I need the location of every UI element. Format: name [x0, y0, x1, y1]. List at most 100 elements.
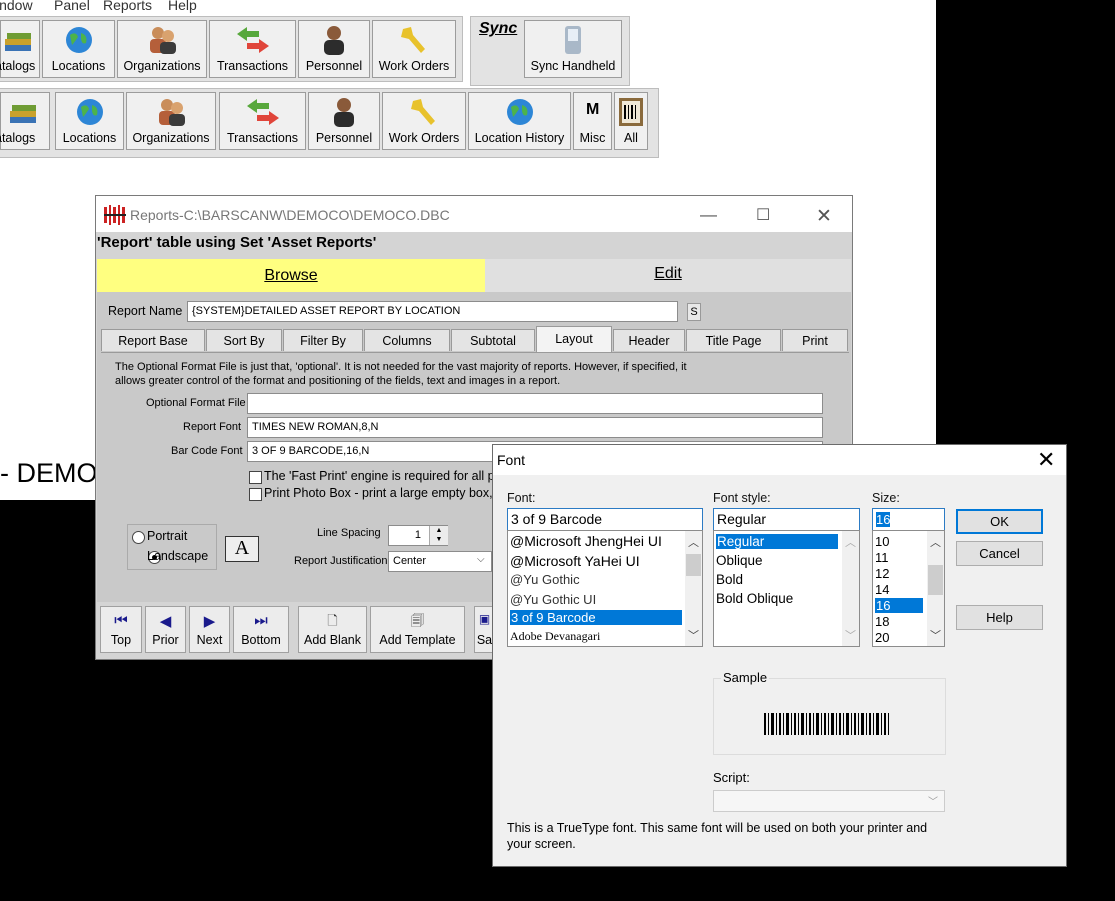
font-list-item[interactable]: @Yu Gothic — [510, 572, 580, 587]
scroll-thumb[interactable] — [928, 565, 943, 595]
tab-report-base[interactable]: Report Base — [101, 329, 205, 351]
font-list-item[interactable]: @Microsoft JhengHei UI — [510, 533, 662, 549]
size-item[interactable]: 10 — [875, 534, 889, 549]
top-button[interactable]: ⏮ Top — [100, 606, 142, 653]
scroll-thumb[interactable] — [686, 554, 701, 576]
style-item[interactable]: Oblique — [716, 553, 763, 568]
transactions-button-2[interactable]: Transactions — [219, 92, 306, 150]
handheld-device-icon — [565, 26, 581, 54]
organizations-label-2: Organizations — [132, 131, 210, 145]
menu-panel[interactable]: Panel — [54, 0, 90, 13]
maximize-button[interactable]: ☐ — [756, 205, 770, 225]
locations-button-2[interactable]: Locations — [55, 92, 124, 150]
font-style-list[interactable]: Regular Oblique Bold Bold Oblique ︿ ﹀ — [713, 530, 860, 647]
style-item-selected[interactable]: Regular — [716, 534, 838, 549]
font-a-icon[interactable]: A — [225, 536, 259, 562]
style-item[interactable]: Bold — [716, 572, 743, 587]
size-item[interactable]: 14 — [875, 582, 889, 597]
cancel-button[interactable]: Cancel — [956, 541, 1043, 566]
person-icon — [324, 26, 344, 55]
personnel-button-2[interactable]: Personnel — [308, 92, 380, 150]
portrait-radio[interactable] — [132, 531, 145, 544]
font-list-item[interactable]: @Microsoft YaHei UI — [510, 553, 640, 569]
add-blank-button[interactable]: 🗋 Add Blank — [298, 606, 367, 653]
script-select[interactable]: ﹀ — [713, 790, 945, 812]
prior-button[interactable]: ◀ Prior — [145, 606, 186, 653]
help-button[interactable]: Help — [956, 605, 1043, 630]
next-button[interactable]: ▶ Next — [189, 606, 230, 653]
size-item[interactable]: 12 — [875, 566, 889, 581]
report-name-field[interactable]: {SYSTEM}DETAILED ASSET REPORT BY LOCATIO… — [187, 301, 678, 322]
minimize-button[interactable]: — — [700, 205, 717, 225]
organizations-button[interactable]: Organizations — [117, 20, 207, 78]
font-style-input[interactable]: Regular — [713, 508, 860, 531]
optional-format-field[interactable] — [247, 393, 823, 414]
barscan-app-icon — [104, 205, 126, 225]
transactions-button[interactable]: Transactions — [209, 20, 296, 78]
size-item-selected[interactable]: 16 — [875, 598, 923, 613]
size-list-scrollbar[interactable]: ︿ ﹀ — [927, 531, 944, 646]
sync-handheld-button[interactable]: Sync Handheld — [524, 20, 622, 78]
font-dialog-title: Font — [497, 452, 526, 468]
menu-window[interactable]: indow — [0, 0, 33, 13]
tab-filter-by[interactable]: Filter By — [283, 329, 363, 351]
catalogs-button[interactable]: atalogs — [0, 20, 40, 78]
font-list-scrollbar[interactable]: ︿ ﹀ — [685, 531, 702, 646]
tab-columns[interactable]: Columns — [364, 329, 450, 351]
style-item[interactable]: Bold Oblique — [716, 591, 793, 606]
sync-title: Sync — [479, 20, 518, 37]
save-button[interactable]: ▣ Sa — [474, 606, 494, 653]
tab-title-page[interactable]: Title Page — [686, 329, 781, 351]
catalogs-label: atalogs — [0, 59, 36, 73]
catalogs-button-2[interactable]: atalogs — [0, 92, 50, 150]
menu-reports[interactable]: Reports — [103, 0, 152, 13]
add-template-button[interactable]: 🗐 Add Template — [370, 606, 465, 653]
close-button[interactable]: ✕ — [816, 205, 832, 228]
tab-print[interactable]: Print — [782, 329, 848, 351]
size-list[interactable]: 10 11 12 14 16 18 20 ︿ ﹀ — [872, 530, 945, 647]
tab-sort-by[interactable]: Sort By — [206, 329, 282, 351]
tab-header[interactable]: Header — [613, 329, 685, 351]
desktop-background — [936, 0, 1115, 444]
globe-icon — [76, 99, 103, 125]
menu-help[interactable]: Help — [168, 0, 197, 13]
style-list-scrollbar[interactable]: ︿ ﹀ — [842, 531, 859, 646]
transactions-label-2: Transactions — [226, 131, 299, 145]
menu-bar: indow Panel Reports Help — [0, 0, 936, 14]
bottom-button[interactable]: ⏭ Bottom — [233, 606, 289, 653]
ok-button[interactable]: OK — [956, 509, 1043, 534]
font-name-input[interactable]: 3 of 9 Barcode — [507, 508, 703, 531]
font-list-item-selected[interactable]: 3 of 9 Barcode — [510, 610, 682, 625]
s-button[interactable]: S — [687, 303, 701, 321]
tab-layout[interactable]: Layout — [536, 326, 612, 352]
font-list[interactable]: @Microsoft JhengHei UI @Microsoft YaHei … — [507, 530, 703, 647]
work-orders-button[interactable]: Work Orders — [372, 20, 456, 78]
globe-history-icon — [506, 99, 533, 125]
work-orders-button-2[interactable]: Work Orders — [382, 92, 466, 150]
misc-button[interactable]: M Misc — [573, 92, 612, 150]
size-item[interactable]: 11 — [875, 550, 889, 565]
browse-tab[interactable]: Browse — [97, 259, 485, 292]
font-dialog-titlebar — [493, 445, 1066, 475]
report-font-field[interactable]: TIMES NEW ROMAN,8,N — [247, 417, 823, 438]
font-list-item[interactable]: @Yu Gothic UI — [510, 592, 596, 607]
line-spacing-spinner[interactable]: ▲ ▼ — [429, 526, 448, 545]
barcode-sample-image — [764, 713, 889, 735]
personnel-button[interactable]: Personnel — [298, 20, 370, 78]
close-icon[interactable]: ✕ — [1037, 447, 1055, 473]
edit-tab[interactable]: Edit — [485, 259, 851, 292]
all-button[interactable]: All — [614, 92, 648, 150]
size-input[interactable]: 16 — [872, 508, 945, 531]
locations-button[interactable]: Locations — [42, 20, 115, 78]
size-item[interactable]: 20 — [875, 630, 889, 645]
fast-print-checkbox[interactable] — [249, 471, 262, 484]
add-blank-label: Add Blank — [304, 633, 361, 647]
optional-format-label: Optional Format File — [146, 397, 246, 409]
font-label: Font: — [507, 491, 536, 505]
location-history-button[interactable]: Location History — [468, 92, 571, 150]
organizations-button-2[interactable]: Organizations — [126, 92, 216, 150]
font-list-item[interactable]: Adobe Devanagari — [510, 629, 600, 644]
photo-box-checkbox[interactable] — [249, 488, 262, 501]
size-item[interactable]: 18 — [875, 614, 889, 629]
tab-subtotal[interactable]: Subtotal — [451, 329, 535, 351]
